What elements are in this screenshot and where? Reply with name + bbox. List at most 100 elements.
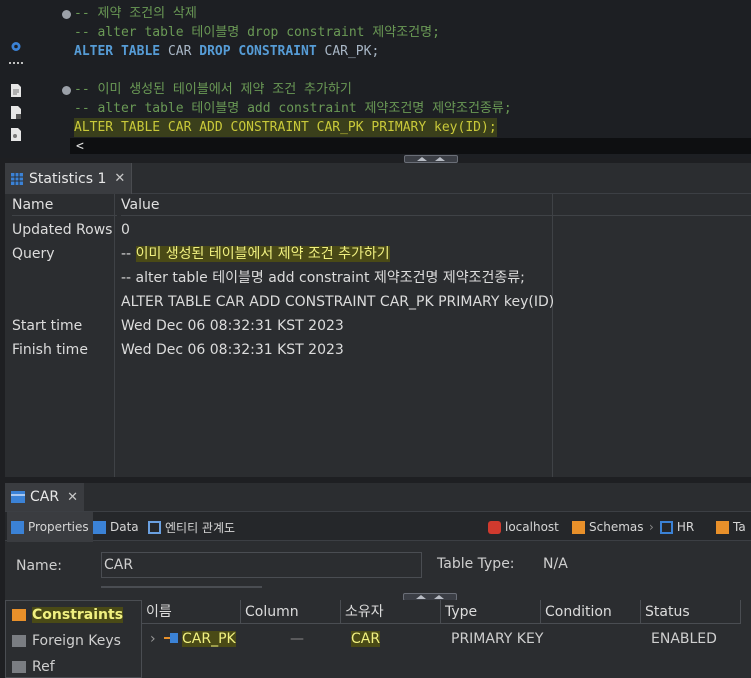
table-row[interactable]: CAR_PK (164, 628, 236, 650)
sidebar-item-label: Constraints (32, 607, 124, 623)
column-divider (552, 194, 553, 477)
editor-toolbar: Properties Data 엔티티 관계도 localhost Schema… (5, 511, 751, 542)
constraint-type: PRIMARY KEY (451, 631, 544, 647)
code-line: ALTER TABLE CAR DROP CONSTRAINT CAR_PK; (74, 42, 379, 61)
file-icon (11, 128, 21, 141)
column-header-condition[interactable]: Condition (541, 600, 641, 624)
column-header-column[interactable]: Column (241, 600, 341, 624)
sidebar-item-references[interactable]: Ref (6, 654, 141, 678)
code-line: -- 제약 조건의 삭제 (74, 6, 197, 21)
row-name: Finish time (12, 342, 88, 358)
properties-icon (11, 520, 24, 534)
column-header-type[interactable]: Type (441, 600, 541, 624)
row-value: 0 (121, 222, 130, 238)
row-name: Updated Rows (12, 222, 113, 238)
row-name: Query (12, 246, 55, 262)
tables-selector[interactable]: Ta (716, 512, 746, 542)
key-icon (164, 633, 178, 643)
code-line: -- alter table 테이블명 drop constraint 제약조건… (74, 25, 440, 40)
table-type-label: Table Type: (437, 556, 515, 572)
constraint-owner: CAR (351, 628, 381, 650)
dots-icon (9, 62, 23, 65)
code-area[interactable]: -- 제약 조건의 삭제 -- alter table 테이블명 drop co… (60, 0, 751, 158)
constraint-status: ENABLED (651, 631, 717, 647)
row-name: Start time (12, 318, 83, 334)
tab-properties[interactable]: Properties (7, 512, 93, 542)
statistics-grid: Name Value Updated Rows 0 Query -- 이미 생성… (5, 194, 751, 477)
properties-sidebar: Constraints Foreign Keys Ref (5, 600, 142, 678)
sidebar-item-foreign-keys[interactable]: Foreign Keys (6, 628, 141, 654)
fold-icon[interactable] (62, 10, 71, 19)
file-icon (11, 84, 21, 97)
close-icon[interactable]: ✕ (67, 490, 78, 505)
sql-keyword: TABLE (120, 44, 161, 59)
table-icon (11, 491, 25, 503)
tab-label: 엔티티 관계도 (165, 520, 236, 535)
tab-label: Statistics 1 (29, 170, 107, 187)
close-icon[interactable]: ✕ (114, 171, 125, 186)
connection-selector[interactable]: localhost (488, 512, 559, 542)
tab-er-diagram[interactable]: 엔티티 관계도 (148, 512, 235, 542)
sql-keyword: ALTER (74, 44, 114, 59)
sidebar-item-constraints[interactable]: Constraints (6, 602, 141, 628)
schemas-label: Schemas (589, 520, 644, 534)
constraint-column: — (290, 631, 304, 647)
schemas-selector[interactable]: Schemas (572, 512, 644, 542)
tab-statistics[interactable]: Statistics 1 ✕ (5, 163, 133, 194)
statistics-tabbar: Statistics 1 ✕ (5, 163, 751, 194)
data-icon (93, 520, 106, 534)
connection-label: localhost (505, 520, 559, 534)
column-header-value[interactable]: Value (121, 194, 553, 216)
editor-gutter (0, 0, 30, 158)
schema-icon (659, 520, 673, 534)
constraints-icon (12, 609, 26, 621)
horizontal-scroll-marker[interactable]: < (76, 137, 84, 156)
file-icon (11, 106, 21, 119)
tab-car[interactable]: CAR ✕ (5, 483, 84, 511)
table-type-value: N/A (543, 556, 568, 572)
tab-label: Properties (28, 520, 89, 534)
tab-label: Data (110, 520, 139, 534)
expand-chevron-icon[interactable]: › (150, 628, 156, 650)
chevron-icon: › (649, 520, 654, 534)
sql-identifier: CAR_PK; (324, 44, 380, 59)
sql-identifier: CAR (167, 44, 192, 59)
comment-prefix: -- (121, 246, 136, 262)
column-header-empty (553, 194, 751, 216)
statistics-panel: Statistics 1 ✕ Name Value Updated Rows 0… (5, 163, 751, 477)
row-value: ALTER TABLE CAR ADD CONSTRAINT CAR_PK PR… (121, 294, 555, 310)
schema-selector[interactable]: › HR (649, 512, 694, 542)
field-partial (101, 586, 262, 588)
database-icon (488, 520, 501, 534)
code-line: -- 이미 생성된 테이블에서 제약 조건 추가하기 (74, 82, 352, 97)
row-value: -- 이미 생성된 테이블에서 제약 조건 추가하기 (121, 242, 390, 266)
row-value: Wed Dec 06 08:32:31 KST 2023 (121, 318, 344, 334)
column-header-status[interactable]: Status (641, 600, 741, 624)
tab-data[interactable]: Data (93, 512, 139, 542)
sidebar-item-label: Foreign Keys (32, 633, 121, 649)
highlighted-text: 이미 생성된 테이블에서 제약 조건 추가하기 (135, 246, 390, 262)
column-divider (114, 194, 115, 477)
split-handle[interactable] (404, 155, 458, 163)
schema-label: HR (676, 520, 695, 534)
row-value: -- alter table 테이블명 add constraint 제약조건명… (121, 270, 525, 286)
row-value: Wed Dec 06 08:32:31 KST 2023 (121, 342, 344, 358)
constraint-name: CAR_PK (182, 631, 236, 647)
tab-label: CAR (30, 489, 60, 505)
folder-icon (12, 661, 26, 673)
code-line-selected: ALTER TABLE CAR ADD CONSTRAINT CAR_PK PR… (74, 118, 497, 137)
diagram-icon (148, 520, 161, 534)
sql-editor[interactable]: -- 제약 조건의 삭제 -- alter table 테이블명 drop co… (0, 0, 751, 163)
schemas-icon (572, 520, 585, 534)
fold-icon[interactable] (62, 86, 71, 95)
column-header-owner[interactable]: 소유자 (341, 600, 441, 624)
name-field[interactable]: CAR (101, 552, 422, 578)
column-header-name[interactable]: 이름 (142, 600, 241, 624)
table-editor-panel: CAR ✕ Properties Data 엔티티 관계도 localhost … (5, 483, 751, 678)
tables-icon (716, 520, 729, 534)
sql-keyword: CONSTRAINT (238, 44, 317, 59)
column-header-name[interactable]: Name (12, 194, 117, 216)
grid-icon (11, 172, 23, 185)
constraints-table: 이름 Column 소유자 Type Condition Status › CA… (142, 600, 751, 678)
owner-value: CAR (351, 631, 381, 647)
